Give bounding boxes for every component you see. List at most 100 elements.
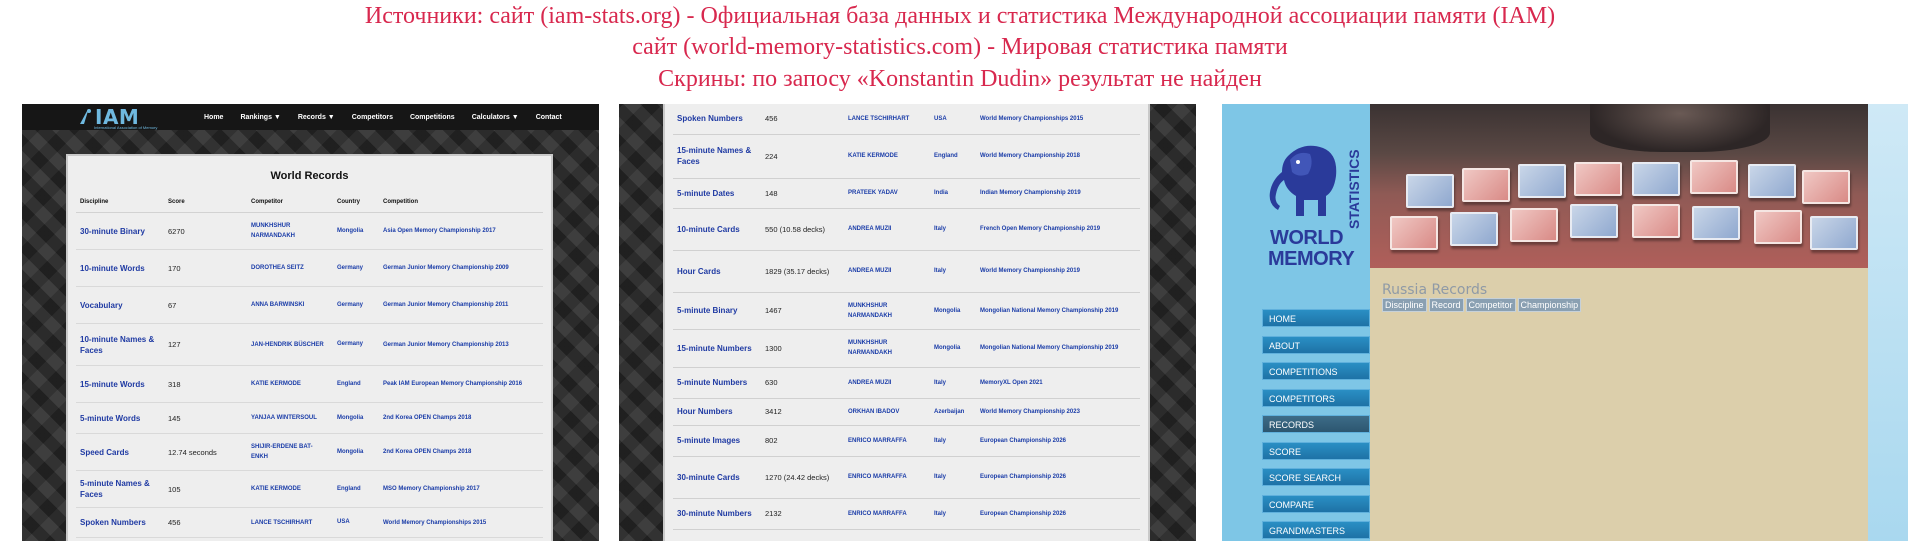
country-cell[interactable]: USA [930,104,976,135]
country-cell[interactable]: Italy [930,250,976,293]
discipline-cell[interactable]: Spoken Numbers [673,104,761,135]
country-cell[interactable]: England [333,365,379,403]
competitor-cell[interactable]: YANJAA WINTERSOUL [247,402,333,434]
sidebar-item-home[interactable]: HOME [1262,309,1370,327]
competition-cell[interactable]: 2nd Korea OPEN Champs 2018 [379,433,543,471]
country-cell[interactable]: Italy [930,367,976,399]
competition-cell[interactable]: MSO Memory Championship 2017 [379,470,543,508]
competition-cell[interactable]: Mongolian National Memory Championship 2… [976,292,1140,330]
discipline-cell[interactable]: Vocabulary [76,286,164,324]
competitor-cell[interactable]: DOROTHEA SEITZ [247,249,333,287]
competitor-cell[interactable]: ENRICO MARRAFFA [844,425,930,457]
country-cell[interactable]: England [333,470,379,508]
competitor-cell[interactable]: SHIJIR-ERDENE BAT-ENKH [247,433,333,471]
competitor-cell[interactable]: KATIE KERMODE [844,134,930,179]
country-cell[interactable]: Germany [333,286,379,324]
discipline-cell[interactable]: 30-minute Numbers [673,498,761,530]
country-cell[interactable]: India [930,178,976,209]
competition-cell[interactable]: Indian Memory Championship 2019 [976,178,1140,209]
competitor-cell[interactable]: LANCE TSCHIRHART [844,104,930,135]
sidebar-item-score[interactable]: SCORE [1262,441,1370,460]
competitor-cell[interactable]: MUNKHSHUR NARMANDAKH [844,329,930,368]
country-cell[interactable]: Mongolia [930,292,976,330]
discipline-cell[interactable]: 15-minute Words [76,365,164,403]
competitor-cell[interactable]: MUNKHSHUR NARMANDAKH [844,292,930,330]
competition-cell[interactable]: World Memory Championship 2019 [976,250,1140,293]
country-cell[interactable]: Italy [930,425,976,457]
competition-cell[interactable]: German Junior Memory Championship 2009 [379,249,543,287]
sidebar-item-grandmasters[interactable]: GRANDMASTERS [1262,521,1370,539]
country-cell[interactable]: Mongolia [930,329,976,368]
country-cell[interactable]: Italy [930,456,976,499]
discipline-cell[interactable]: 15-minute Names & Faces [673,134,761,179]
competitor-cell[interactable]: ANDREA MUZII [844,250,930,293]
discipline-cell[interactable]: 5-minute Dates [673,178,761,209]
competition-cell[interactable]: Peak IAM European Memory Championship 20… [379,365,543,403]
competitor-cell[interactable]: ANNA BARWINSKI [247,286,333,324]
nav-item-home[interactable]: Home [204,114,223,121]
nav-item-calculators[interactable]: Calculators ▼ [472,114,519,121]
competitor-cell[interactable]: KATIE KERMODE [247,470,333,508]
country-cell[interactable]: Mongolia [333,402,379,434]
country-cell[interactable]: Germany [333,249,379,287]
country-cell[interactable]: USA [333,507,379,538]
discipline-cell[interactable]: Hour Cards [673,250,761,293]
discipline-cell[interactable]: 5-minute Names & Faces [76,470,164,508]
country-cell[interactable]: Mongolia [333,212,379,250]
country-cell[interactable]: Mongolia [333,433,379,471]
competition-cell[interactable]: European Championship 2026 [976,425,1140,457]
competitor-cell[interactable]: ORKHAN IBADOV [844,398,930,426]
competition-cell[interactable]: World Memory Championship 2023 [976,398,1140,426]
column-tab-record[interactable]: Record [1428,298,1464,312]
column-tab-discipline[interactable]: Discipline [1382,298,1427,312]
competition-cell[interactable]: European Championship 2026 [976,498,1140,530]
competition-cell[interactable]: European Championship 2026 [976,456,1140,499]
competition-cell[interactable]: World Memory Championships 2015 [379,507,543,538]
competitor-cell[interactable]: MUNKHSHUR NARMANDAKH [247,212,333,250]
nav-item-rankings[interactable]: Rankings ▼ [240,114,280,121]
competitor-cell[interactable]: ENRICO MARRAFFA [844,456,930,499]
competition-cell[interactable]: French Open Memory Championship 2019 [976,208,1140,251]
wms-logo[interactable]: STATISTICS WORLD MEMORY [1222,104,1370,269]
competition-cell[interactable]: Asia Open Memory Championship 2017 [379,212,543,250]
competitor-cell[interactable]: PRATEEK YADAV [844,178,930,209]
country-cell[interactable]: Italy [930,498,976,530]
discipline-cell[interactable]: 10-minute Words [76,249,164,287]
discipline-cell[interactable]: 5-minute Images [673,425,761,457]
competitor-cell[interactable]: KATIE KERMODE [247,365,333,403]
competition-cell[interactable]: German Junior Memory Championship 2013 [379,323,543,366]
column-tab-competitor[interactable]: Competitor [1465,298,1516,312]
nav-item-competitors[interactable]: Competitors [352,114,393,121]
discipline-cell[interactable]: 10-minute Cards [673,208,761,251]
sidebar-item-competitors[interactable]: COMPETITORS [1262,388,1370,407]
country-cell[interactable]: Italy [930,208,976,251]
discipline-cell[interactable]: 5-minute Words [76,402,164,434]
competition-cell[interactable]: World Memory Championship 2018 [976,134,1140,179]
competition-cell[interactable]: MemoryXL Open 2021 [976,367,1140,399]
nav-item-competitions[interactable]: Competitions [410,114,455,121]
discipline-cell[interactable]: 30-minute Cards [673,456,761,499]
sidebar-item-score-search[interactable]: SCORE SEARCH [1262,468,1370,486]
country-cell[interactable]: Azerbaijan [930,398,976,426]
sidebar-item-competitions[interactable]: COMPETITIONS [1262,362,1370,380]
competition-cell[interactable]: German Junior Memory Championship 2011 [379,286,543,324]
nav-item-contact[interactable]: Contact [536,114,562,121]
discipline-cell[interactable]: 30-minute Binary [76,212,164,250]
competitor-cell[interactable]: JAN-HENDRIK BÜSCHER [247,323,333,366]
discipline-cell[interactable]: 10-minute Names & Faces [76,323,164,366]
discipline-cell[interactable]: Hour Numbers [673,398,761,426]
country-cell[interactable]: Germany [333,323,379,366]
competitor-cell[interactable]: LANCE TSCHIRHART [247,507,333,538]
discipline-cell[interactable]: 5-minute Binary [673,292,761,330]
sidebar-item-about[interactable]: ABOUT [1262,335,1370,354]
competition-cell[interactable]: Mongolian National Memory Championship 2… [976,329,1140,368]
country-cell[interactable]: England [930,134,976,179]
sidebar-item-records[interactable]: RECORDS [1262,415,1370,433]
discipline-cell[interactable]: Speed Cards [76,433,164,471]
iam-logo[interactable]: IAM International Association of Memory [78,105,157,130]
competitor-cell[interactable]: ANDREA MUZII [844,208,930,251]
nav-item-records[interactable]: Records ▼ [298,114,335,121]
column-tab-championship[interactable]: Championship [1517,298,1582,312]
competitor-cell[interactable]: ENRICO MARRAFFA [844,498,930,530]
discipline-cell[interactable]: Spoken Numbers [76,507,164,538]
